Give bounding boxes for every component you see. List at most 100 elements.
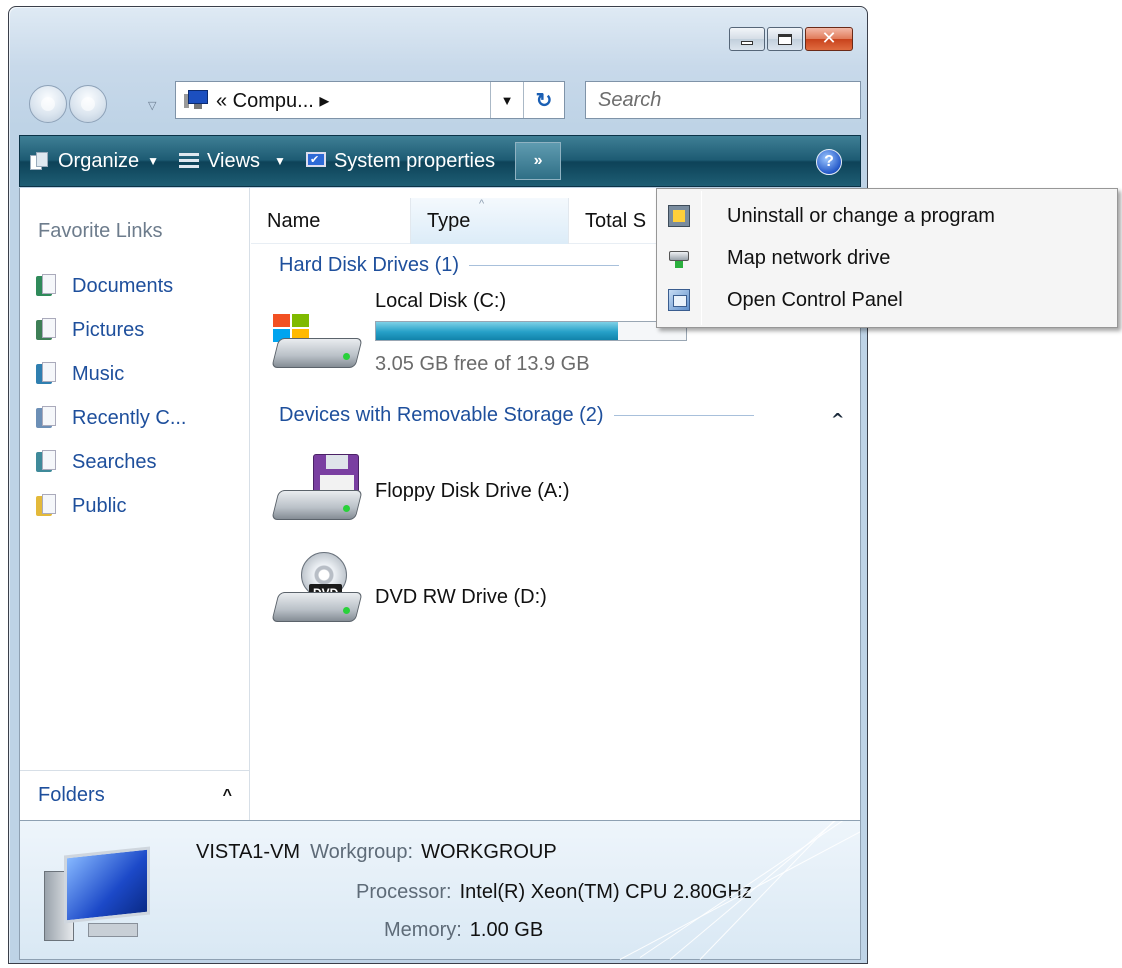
- address-path[interactable]: « Compu... ▸: [216, 88, 490, 113]
- forward-arrow-icon: [81, 97, 95, 111]
- column-header-name[interactable]: Name: [251, 198, 411, 244]
- favorite-link-label: Documents: [72, 274, 174, 297]
- computer-icon: [184, 90, 210, 110]
- map-network-drive-icon: [668, 247, 690, 269]
- column-header-type[interactable]: ^ Type: [411, 198, 569, 244]
- back-arrow-icon: [41, 97, 55, 111]
- memory-label: Memory:: [384, 919, 462, 941]
- favorite-links-list: Documents Pictures Music Recently C... Searc…: [36, 264, 186, 528]
- favorite-link-label: Public: [72, 494, 127, 517]
- hard-drive-icon: [269, 298, 369, 378]
- recent-icon: [36, 406, 58, 430]
- workgroup-value: WORKGROUP: [421, 841, 557, 863]
- favorite-link-label: Pictures: [72, 318, 145, 341]
- help-icon: ?: [824, 153, 834, 170]
- drive-name: Local Disk (C:): [375, 290, 507, 312]
- collapse-group-chevron-icon[interactable]: ^: [831, 410, 844, 429]
- favorite-link-documents[interactable]: Documents: [36, 264, 186, 308]
- help-button[interactable]: ?: [816, 149, 842, 175]
- chevron-down-icon: ▼: [147, 154, 160, 168]
- documents-icon: [36, 274, 58, 298]
- drive-floppy-a[interactable]: Floppy Disk Drive (A:): [269, 450, 569, 530]
- navigation-row: ▽ « Compu... ▸ ▼ ↻ Search: [29, 79, 861, 123]
- system-properties-icon: ✔: [305, 152, 326, 170]
- views-icon: [179, 152, 200, 170]
- system-properties-label: System properties: [333, 149, 496, 172]
- favorite-link-searches[interactable]: Searches: [36, 440, 186, 484]
- menu-item-open-control-panel[interactable]: Open Control Panel: [657, 279, 1117, 321]
- minimize-button[interactable]: [729, 27, 765, 51]
- folders-toggle[interactable]: Folders ^: [20, 770, 250, 820]
- back-button[interactable]: [29, 85, 67, 123]
- favorite-links-title: Favorite Links: [38, 220, 163, 242]
- organize-icon: [30, 152, 50, 170]
- chevron-up-icon: ^: [222, 786, 232, 804]
- group-header-removable-storage[interactable]: Devices with Removable Storage (2): [279, 404, 754, 427]
- column-header-type-label: Type: [427, 209, 471, 232]
- favorite-link-pictures[interactable]: Pictures: [36, 308, 186, 352]
- folders-label: Folders: [38, 784, 105, 806]
- drive-local-disk-c[interactable]: Local Disk (C:) 3.05 GB free of 13.9 GB: [269, 290, 687, 378]
- more-commands-menu: Uninstall or change a program Map networ…: [656, 188, 1118, 328]
- address-dropdown-icon[interactable]: ▼: [491, 93, 523, 108]
- refresh-icon[interactable]: ↻: [524, 88, 564, 113]
- decorative-swoosh: [600, 821, 860, 961]
- menu-item-map-network-drive[interactable]: Map network drive: [657, 237, 1117, 279]
- favorite-link-recently-c[interactable]: Recently C...: [36, 396, 186, 440]
- organize-button[interactable]: Organize ▼: [20, 136, 169, 186]
- favorite-link-label: Searches: [72, 450, 157, 473]
- sort-ascending-icon: ^: [479, 198, 485, 210]
- drive-dvd-rw-d[interactable]: DVD DVD RW Drive (D:): [269, 552, 547, 632]
- more-commands-button[interactable]: »: [515, 142, 562, 180]
- capacity-bar-fill: [376, 322, 618, 340]
- menu-item-label: Open Control Panel: [727, 288, 903, 311]
- favorite-link-label: Recently C...: [72, 406, 187, 429]
- free-space-text: 3.05 GB free of 13.9 GB: [375, 353, 590, 375]
- search-input[interactable]: Search: [585, 81, 861, 119]
- search-placeholder: Search: [598, 88, 662, 111]
- recent-pages-dropdown[interactable]: ▽: [148, 99, 156, 112]
- workgroup-label: Workgroup:: [310, 841, 414, 863]
- menu-item-uninstall-program[interactable]: Uninstall or change a program: [657, 195, 1117, 237]
- drive-name: DVD RW Drive (D:): [375, 586, 547, 608]
- system-properties-button[interactable]: ✔ System properties: [296, 136, 505, 186]
- explorer-window: ✕ ▽ « Compu... ▸ ▼ ↻ Search Organize ▼ V…: [8, 6, 868, 964]
- organize-label: Organize: [58, 149, 140, 172]
- processor-label: Processor:: [356, 881, 452, 903]
- floppy-drive-icon: [269, 450, 369, 530]
- maximize-icon: [778, 33, 792, 45]
- drive-name: Floppy Disk Drive (A:): [375, 480, 570, 502]
- caption-buttons: ✕: [727, 27, 853, 51]
- close-icon: ✕: [821, 28, 837, 49]
- music-icon: [36, 362, 58, 386]
- group-title: Hard Disk Drives (1): [279, 254, 460, 276]
- minimize-icon: [741, 41, 753, 45]
- views-label: Views: [207, 149, 261, 172]
- details-pane: VISTA1-VM Workgroup: WORKGROUP Processor…: [19, 820, 861, 960]
- uninstall-program-icon: [668, 205, 690, 227]
- favorite-link-public[interactable]: Public: [36, 484, 186, 528]
- searches-icon: [36, 450, 58, 474]
- computer-large-icon: [44, 846, 154, 947]
- pictures-icon: [36, 318, 58, 342]
- forward-button[interactable]: [69, 85, 107, 123]
- public-folder-icon: [36, 494, 58, 518]
- close-button[interactable]: ✕: [805, 27, 853, 51]
- memory-value: 1.00 GB: [469, 919, 544, 941]
- group-header-hard-disks[interactable]: Hard Disk Drives (1): [279, 254, 620, 277]
- chevron-down-icon: ▼: [274, 154, 286, 168]
- computer-name: VISTA1-VM: [196, 841, 301, 863]
- menu-item-label: Map network drive: [727, 246, 891, 269]
- dvd-drive-icon: DVD: [269, 552, 369, 632]
- control-panel-icon: [668, 289, 690, 311]
- views-button[interactable]: Views ▼: [169, 136, 296, 186]
- navigation-pane: Favorite Links Documents Pictures Music Rec…: [20, 188, 250, 820]
- capacity-bar: [375, 321, 687, 341]
- column-headers: Name ^ Type Total S: [251, 198, 679, 244]
- address-bar[interactable]: « Compu... ▸ ▼ ↻: [175, 81, 565, 119]
- group-title: Devices with Removable Storage (2): [279, 404, 604, 426]
- more-chevron-icon: »: [533, 152, 543, 169]
- command-bar: Organize ▼ Views ▼ ✔ System properties »…: [19, 135, 861, 187]
- favorite-link-music[interactable]: Music: [36, 352, 186, 396]
- maximize-button[interactable]: [767, 27, 803, 51]
